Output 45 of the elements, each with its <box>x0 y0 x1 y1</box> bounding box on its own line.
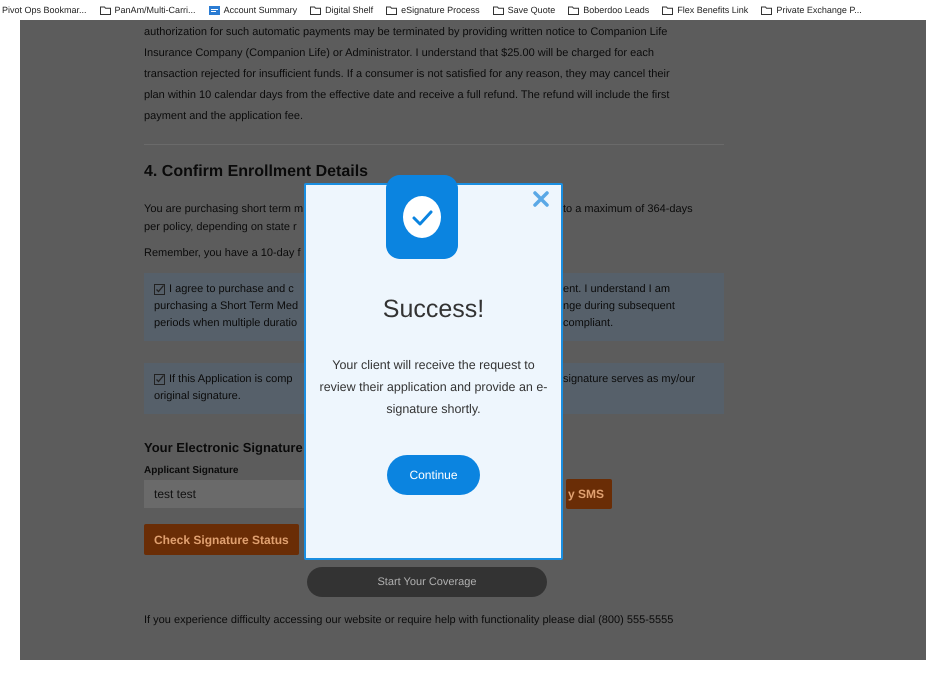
folder-icon <box>662 6 674 14</box>
bookmark[interactable]: Digital Shelf <box>310 5 374 15</box>
text-fragment: to a maximum of 364-days <box>563 202 694 217</box>
bookmark[interactable]: Boberdoo Leads <box>568 5 650 15</box>
folder-icon <box>568 6 580 14</box>
text-fragment: signature serves as my/our <box>563 372 696 387</box>
check-status-button[interactable]: Check Signature Status <box>144 524 299 555</box>
terms-paragraph: authorization for such automatic payments may be terminated by providing written notice to Companion Life Insurance Company (Companion Life) or Administrator. I understand that $25.00 will be charged for each transaction rejected for insufficient funds. If a consumer is not satisfied for any reason, they may cancel their plan within 10 calendar days from the effective date and receive a full refund. The refund will include the first payment and the application fee. <box>144 25 671 124</box>
signature-heading: Your Electronic Signature <box>144 440 304 455</box>
text-fragment: original signature. <box>154 389 242 404</box>
text-fragment: nge during subsequent <box>563 299 676 314</box>
text-fragment: compliant. <box>563 316 614 331</box>
dialog-title: Success! <box>382 295 484 324</box>
check-circle-icon <box>386 175 458 259</box>
app-icon <box>208 6 220 14</box>
start-coverage-button[interactable]: Start Your Coverage <box>307 567 547 597</box>
folder-icon <box>492 6 504 14</box>
field-label: Applicant Signature <box>144 465 238 476</box>
bookmark[interactable]: Pivot Ops Bookmar... <box>2 5 87 15</box>
text-fragment: I agree to purchase and c <box>169 282 295 297</box>
continue-button[interactable]: Continue <box>387 455 480 495</box>
close-icon[interactable] <box>533 191 549 207</box>
checkbox-checked-icon[interactable] <box>154 374 165 385</box>
bookmark[interactable]: Private Exchange P... <box>761 5 862 15</box>
reminder-text: Remember, you have a 10-day f <box>144 247 302 259</box>
bookmark[interactable]: PanAm/Multi-Carri... <box>100 5 196 15</box>
text-fragment: If this Application is comp <box>169 372 294 387</box>
dialog-message: Your client will receive the request to review their application and provide an e-signature shortly. <box>318 357 548 418</box>
folder-icon <box>761 6 772 14</box>
text-fragment: per policy, depending on state r <box>144 220 298 235</box>
section-heading: 4. Confirm Enrollment Details <box>144 163 370 181</box>
text-fragment: periods when multiple duratio <box>154 316 298 331</box>
sms-button[interactable]: y SMS <box>566 479 612 509</box>
folder-icon <box>386 6 398 14</box>
bookmark[interactable]: eSignature Process <box>386 5 480 15</box>
folder-icon <box>100 6 111 14</box>
bookmark[interactable]: Account Summary <box>208 5 298 15</box>
folder-icon <box>310 6 322 14</box>
text-fragment: You are purchasing short term m <box>144 202 304 217</box>
checkbox-checked-icon[interactable] <box>154 284 165 295</box>
bookmark[interactable]: Save Quote <box>492 5 556 15</box>
text-fragment: ent. I understand I am <box>563 282 672 297</box>
text-fragment: purchasing a Short Term Med <box>154 299 300 314</box>
bookmark[interactable]: Flex Benefits Link <box>662 5 748 15</box>
help-text: If you experience difficulty accessing our website or require help with functionality please dial (800) 555-5555 <box>144 614 674 626</box>
